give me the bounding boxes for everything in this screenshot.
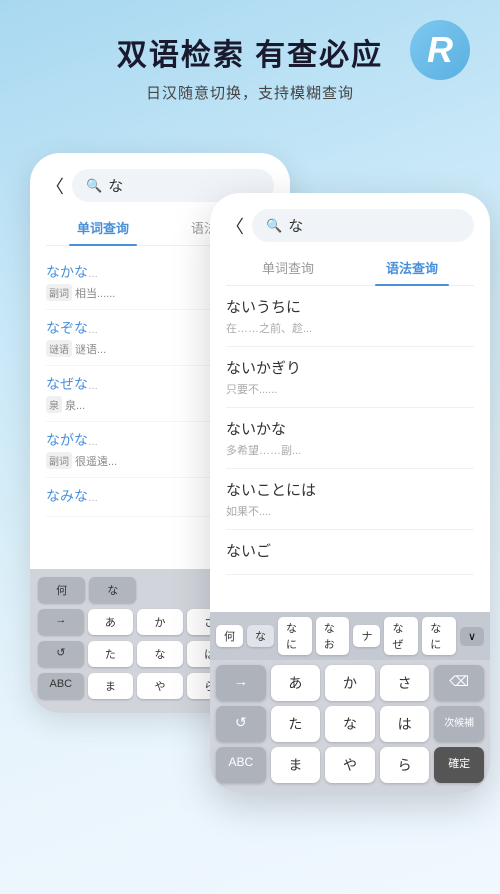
list-item[interactable]: ないかな 多希望……副... (226, 408, 474, 469)
front-kb-ka[interactable]: か (325, 665, 375, 701)
list-item[interactable]: ないことには 如果不.... (226, 469, 474, 530)
kb-row-2: ↺ た な は 次候補 (216, 706, 484, 742)
phone-front: 〈 🔍 な 单词查询 语法查询 ないうちに 在……之前、趁... ないかぎり 只 (210, 193, 490, 793)
suggestion-item[interactable]: なぜ (384, 617, 418, 655)
kb-key-ka[interactable]: か (137, 609, 183, 635)
suggestion-item[interactable]: ナ (353, 625, 380, 647)
front-back-arrow[interactable]: 〈 (226, 213, 244, 239)
front-search-icon: 🔍 (266, 218, 282, 234)
kb-key-ya[interactable]: や (137, 673, 183, 699)
grammar-jp-term: ないことには (226, 479, 474, 500)
front-search-query: な (288, 215, 303, 236)
app-logo: R (410, 20, 470, 80)
kb-key-refresh[interactable]: ↺ (38, 641, 84, 667)
phones-container: 〈 🔍 な 单词查询 语法查询 なかな… 副词相当...... なぞな… 谜语谜 (0, 133, 500, 833)
front-kb-ma[interactable]: ま (271, 747, 321, 783)
grammar-jp-term: ないかぎり (226, 357, 474, 378)
suggestion-item[interactable]: 何 (216, 625, 243, 647)
grammar-jp-term: ないうちに (226, 296, 474, 317)
front-kb-ra[interactable]: ら (380, 747, 430, 783)
front-kb-delete[interactable]: ⌫ (434, 665, 484, 701)
list-item[interactable]: ないうちに 在……之前、趁... (226, 286, 474, 347)
front-kb-arrow[interactable]: → (216, 665, 266, 701)
suggestion-item[interactable]: なに (278, 617, 312, 655)
tab-word-label-front: 单词查询 (262, 261, 314, 276)
kb-row-3: ABC ま や ら 確定 (216, 747, 484, 783)
tab-grammar-front[interactable]: 语法查询 (350, 250, 474, 285)
kb-key-nani[interactable]: 何 (38, 577, 85, 603)
kb-key-a[interactable]: あ (88, 609, 134, 635)
kb-suggestion-bar: 何 な なに なお ナ なぜ なに ∨ (210, 612, 490, 660)
suggestion-item[interactable]: な (247, 625, 274, 647)
front-kb-na[interactable]: な (325, 706, 375, 742)
suggestion-item[interactable]: なお (316, 617, 350, 655)
grammar-cn-desc: 在……之前、趁... (226, 320, 474, 336)
tab-word-front[interactable]: 单词查询 (226, 250, 350, 285)
front-kb-next-candidate[interactable]: 次候補 (434, 706, 484, 742)
grammar-cn-desc: 如果不.... (226, 503, 474, 519)
list-item[interactable]: ないかぎり 只要不...... (226, 347, 474, 408)
tab-word-label-back: 单词查询 (77, 221, 129, 236)
front-kb-a[interactable]: あ (271, 665, 321, 701)
kb-key-na[interactable]: な (89, 577, 136, 603)
search-icon: 🔍 (86, 178, 102, 194)
back-arrow-icon[interactable]: 〈 (46, 173, 64, 199)
front-kb-ha[interactable]: は (380, 706, 430, 742)
kb-key-na2[interactable]: な (137, 641, 183, 667)
tab-word-back[interactable]: 单词查询 (46, 210, 160, 245)
grammar-list: ないうちに 在……之前、趁... ないかぎり 只要不...... ないかな 多希… (210, 286, 490, 575)
tab-grammar-label-front: 语法查询 (386, 261, 438, 276)
front-kb-ya[interactable]: や (325, 747, 375, 783)
front-kb-sa[interactable]: さ (380, 665, 430, 701)
suggestion-expand-icon[interactable]: ∨ (460, 627, 484, 646)
grammar-jp-term: ないご (226, 540, 474, 561)
suggestion-item[interactable]: なに (422, 617, 456, 655)
search-query: な (108, 175, 123, 196)
front-kb-confirm[interactable]: 確定 (434, 747, 484, 783)
kb-key-ma[interactable]: ま (88, 673, 134, 699)
front-tabs: 单词查询 语法查询 (226, 250, 474, 286)
front-search-bar[interactable]: 🔍 な (252, 209, 474, 242)
front-keyboard: 何 な なに なお ナ なぜ なに ∨ → あ か さ ⌫ ↺ (210, 612, 490, 793)
kb-row-1: → あ か さ ⌫ (216, 665, 484, 701)
front-kb-abc[interactable]: ABC (216, 747, 266, 783)
front-kb-refresh[interactable]: ↺ (216, 706, 266, 742)
list-item[interactable]: ないご (226, 530, 474, 575)
front-kb-rows: → あ か さ ⌫ ↺ た な は 次候補 ABC ま や ら (210, 660, 490, 793)
logo-letter: R (427, 29, 453, 71)
grammar-jp-term: ないかな (226, 418, 474, 439)
front-phone-header: 〈 🔍 な (210, 193, 490, 250)
kb-key-ta[interactable]: た (88, 641, 134, 667)
kb-key-abc[interactable]: ABC (38, 673, 84, 699)
top-section: R 双语检索 有查必应 日汉随意切换，支持模糊查询 (0, 0, 500, 123)
sub-title: 日汉随意切换，支持模糊查询 (20, 82, 480, 103)
grammar-cn-desc: 多希望……副... (226, 442, 474, 458)
kb-key-arrow[interactable]: → (38, 609, 84, 635)
front-kb-ta[interactable]: た (271, 706, 321, 742)
grammar-cn-desc: 只要不...... (226, 381, 474, 397)
